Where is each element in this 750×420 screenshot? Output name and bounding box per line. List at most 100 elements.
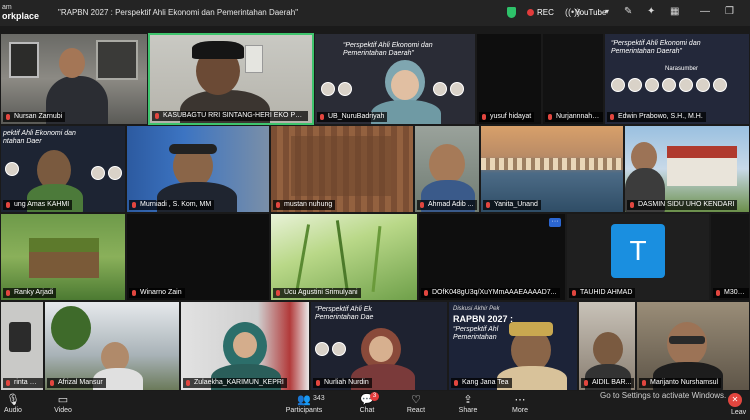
participant-name: Ranky Arjadi [3, 288, 57, 298]
slide-title: “Perspektif Ahli Ekonomi dan Pemerintahan… [611, 40, 747, 56]
recording-label[interactable]: REC [537, 8, 554, 17]
heart-icon: ♡ [411, 394, 421, 406]
video-label: Video [54, 407, 72, 414]
more-label: More [512, 407, 528, 414]
meeting-title: "RAPBN 2027 : Perspektif Ahli Ekonomi da… [58, 8, 299, 17]
participant-name: Edwin Prabowo, S.H., M.H. [607, 112, 706, 122]
slide-line-2: ntahan Daer [3, 138, 42, 145]
react-button[interactable]: ♡ React [404, 393, 428, 414]
video-tile[interactable]: Ahmad Adib ... [414, 125, 480, 213]
speaker-avatars [91, 166, 122, 180]
slide-line-1: “Perspektif Ahli Ekonomi dan [611, 40, 701, 47]
avatar: T [611, 224, 665, 278]
video-tile[interactable]: Nursan Zarnubi [0, 33, 148, 125]
activate-windows-watermark: Go to Settings to activate Windows. [600, 391, 727, 400]
slide-line-2: Pemerintahan Daerah” [611, 48, 682, 55]
live-stream-label[interactable]: YouTube [575, 8, 606, 17]
slide-title: “Perspektif Ahli Ek Pemerintahan Dae [315, 306, 445, 322]
title-bar: am orkplace "RAPBN 2027 : Perspektif Ahl… [0, 0, 750, 26]
video-tile[interactable]: Zulaekha_KARIMUN_KEPRI [180, 301, 310, 391]
video-tile[interactable]: Winarno Zain [126, 213, 270, 301]
video-tile[interactable]: ··· DOfK048gU3q/XuYMmAAAEAAAAD7... [418, 213, 566, 301]
video-tile[interactable]: “Perspektif Ahli Ekonomi dan Pemerintahan… [604, 33, 750, 125]
participant-name: Winarno Zain [129, 288, 185, 298]
more-icon: ⋯ [514, 394, 526, 406]
security-shield-icon[interactable] [507, 7, 516, 18]
chevron-down-icon[interactable]: ▾ [605, 7, 609, 16]
participant-name: Kang Jana Tea [451, 378, 512, 388]
participant-name: Marijanto Nurshamsul [639, 378, 722, 388]
video-grid: Nursan Zarnubi KASUBAGTU RRI SINTANG-HER… [0, 27, 750, 391]
audio-button[interactable]: 🎙 Audio [2, 393, 24, 414]
meeting-window: am orkplace "RAPBN 2027 : Perspektif Ahl… [0, 0, 750, 420]
share-button[interactable]: ⇪ Share [456, 393, 480, 414]
camera-icon: ▭ [57, 394, 69, 406]
participant-name: yusuf hidayat [479, 112, 535, 122]
view-grid-icon[interactable]: ▦ [670, 6, 679, 17]
slide-line-1: “Perspektif Ahli Ek [315, 306, 372, 313]
leave-label: Leav [731, 409, 747, 416]
more-button[interactable]: ⋯ More [508, 393, 532, 414]
more-options-icon[interactable]: ··· [549, 218, 561, 227]
video-button[interactable]: ▭ Video [50, 393, 76, 414]
participant-name: Nurliah Nurdin [313, 378, 372, 388]
share-label: Share [458, 407, 478, 414]
participant-name: Nurjannnah ... [545, 112, 603, 122]
video-tile[interactable]: Yanita_Unand [480, 125, 624, 213]
participant-name: M30s m... [713, 288, 749, 298]
video-tile[interactable]: M30s m... [710, 213, 750, 301]
participant-name: mustan nuhung [273, 200, 336, 210]
slide-subtitle: Diskusi Akhir Pek [453, 306, 500, 312]
chat-label: Chat [359, 407, 375, 414]
pen-icon[interactable]: ✎ [624, 6, 632, 17]
slide-line-1: “Perspektif Ahl [453, 326, 499, 333]
participant-name: Yanita_Unand [483, 200, 541, 210]
participant-name: TAUHID AHMAD [569, 288, 636, 298]
slide-line-2: Pemerintahan [453, 334, 497, 341]
video-tile[interactable]: mustan nuhung [270, 125, 414, 213]
video-tile[interactable]: “Perspektif Ahli Ek Pemerintahan Dae Nurl… [310, 301, 448, 391]
video-tile[interactable]: Marijanto Nurshamsul [636, 301, 750, 391]
leave-button[interactable]: ✕ [728, 393, 742, 407]
speaker-avatars [5, 162, 19, 176]
participants-count: 343 [313, 395, 325, 402]
video-tile[interactable]: Nurjannnah ... [542, 33, 604, 125]
speaker-avatars [611, 78, 727, 92]
app-brand: am orkplace [2, 3, 39, 21]
speaker-avatars [433, 82, 464, 96]
participant-name: Murniadi , S. Kom, MM [129, 200, 215, 210]
video-tile[interactable]: yusuf hidayat [476, 33, 542, 125]
video-tile[interactable]: T TAUHID AHMAD [566, 213, 710, 301]
video-tile[interactable]: “Perspektif Ahli Ekonomi dan Pemerintaha… [314, 33, 476, 125]
participant-name: Ahmad Adib ... [417, 200, 477, 210]
participant-name: ung Amas KAHMI [3, 200, 73, 210]
narasumber-label: Narasumber [665, 66, 699, 72]
video-tile[interactable]: Murniadi , S. Kom, MM [126, 125, 270, 213]
video-tile[interactable]: AIDIL BAR... [578, 301, 636, 391]
speaker-avatars [315, 342, 346, 356]
sparkle-icon[interactable]: ✦ [647, 6, 655, 17]
minimize-icon[interactable]: — [700, 6, 710, 17]
participant-name: DOfK048gU3q/XuYMmAAAEAAAAD7... [421, 288, 560, 298]
video-tile[interactable]: DASMIN SIDU UHO KENDARI [624, 125, 750, 213]
participant-name: Zulaekha_KARIMUN_KEPRI [183, 378, 287, 388]
video-tile[interactable]: pektif Ahli Ekonomi dan ntahan Daer ung A… [0, 125, 126, 213]
video-tile-active-speaker[interactable]: KASUBAGTU RRI SINTANG-HERI EKO PRAS... [148, 33, 314, 125]
slide-title: pektif Ahli Ekonomi dan ntahan Daer [3, 130, 123, 146]
restore-window-icon[interactable]: ❐ [725, 6, 734, 17]
video-tile[interactable]: Ucu Agustini Srimulyani [270, 213, 418, 301]
participant-name: KASUBAGTU RRI SINTANG-HERI EKO PRAS... [152, 111, 308, 121]
audio-label: Audio [4, 407, 22, 414]
participant-name: AIDIL BAR... [581, 378, 635, 388]
video-tile[interactable]: rinta Laksita [0, 301, 44, 391]
participant-name: Ucu Agustini Srimulyani [273, 288, 361, 298]
video-tile[interactable]: Diskusi Akhir Pek RAPBN 2027 : “Perspekt… [448, 301, 578, 391]
participant-name: DASMIN SIDU UHO KENDARI [627, 200, 738, 210]
video-tile[interactable]: Afrizal Mansur [44, 301, 180, 391]
participants-label: Participants [285, 407, 323, 414]
share-icon: ⇪ [463, 394, 473, 406]
slide-heading: RAPBN 2027 : [453, 314, 514, 324]
recording-dot-icon [527, 9, 534, 16]
video-tile[interactable]: Ranky Arjadi [0, 213, 126, 301]
brand-line-2: orkplace [2, 11, 40, 21]
